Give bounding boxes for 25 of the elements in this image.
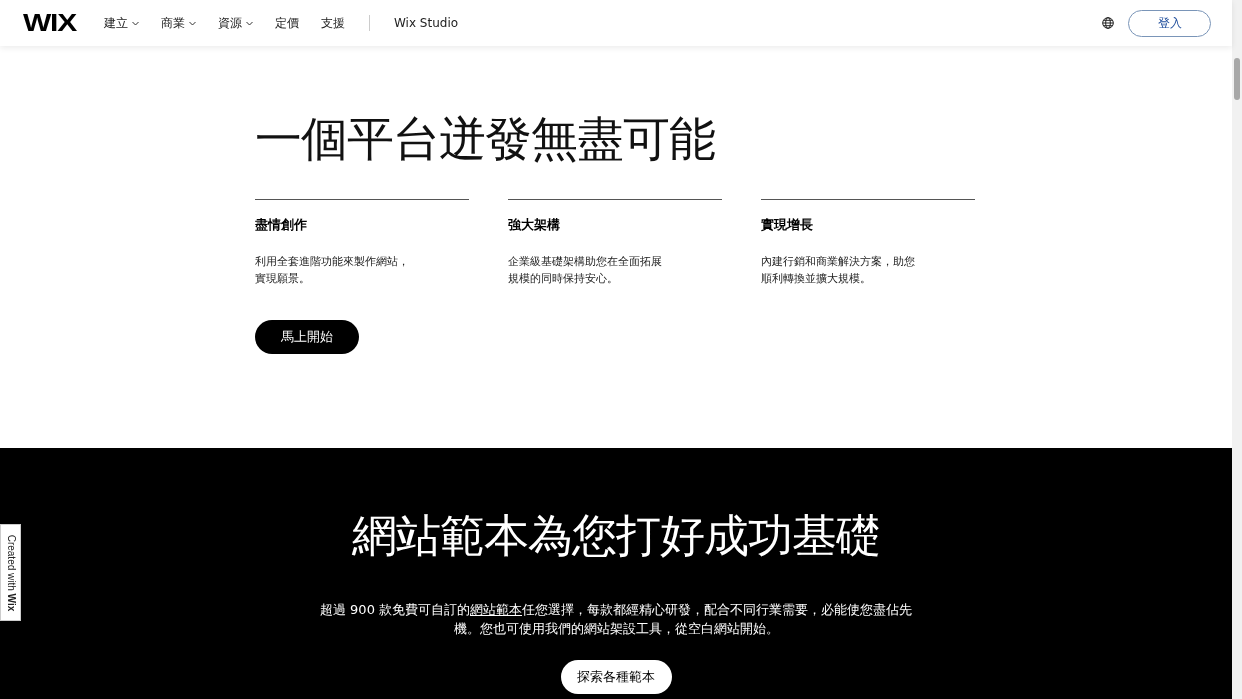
explore-templates-button[interactable]: 探索各種範本: [560, 660, 672, 694]
chevron-down-icon: [246, 20, 253, 26]
scrollbar[interactable]: [1232, 0, 1242, 699]
feature-title: 強大架構: [508, 216, 561, 234]
chevron-down-icon: [189, 20, 196, 26]
globe-icon[interactable]: [1102, 17, 1114, 29]
feature-description: 企業級基礎架構助您在全面拓展規模的同時保持安心。: [508, 254, 663, 287]
chevron-down-icon: [132, 20, 139, 26]
logo[interactable]: WIX: [23, 9, 81, 37]
login-button[interactable]: 登入: [1128, 9, 1211, 37]
nav-menu-item[interactable]: 建立: [104, 14, 139, 32]
hero-heading: 一個平台迸發無盡可能: [255, 110, 716, 168]
section-heading: 網站範本為您打好成功基礎: [352, 508, 880, 564]
get-started-button[interactable]: 馬上開始: [255, 320, 359, 354]
nav-menu-item[interactable]: 定價: [275, 14, 299, 32]
feature-description: 內建行銷和商業解決方案，助您順利轉換並擴大規模。: [761, 254, 916, 287]
nav-link[interactable]: Wix Studio: [394, 16, 459, 30]
section-description: 超過 900 款免費可自訂的網站範本任您選擇，每款都經精心研發，配合不同行業需要，必能使您盡佔先機。您也可使用我們的網站架設工具，從空白網站開始。: [318, 601, 914, 638]
nav-menu-item[interactable]: 支援: [321, 14, 345, 32]
feature-title: 實現增長: [761, 216, 814, 234]
nav-menu-item[interactable]: 商業: [161, 14, 196, 32]
nav-menu-item[interactable]: 資源: [218, 14, 253, 32]
feature-description: 利用全套進階功能來製作網站，實現願景。: [255, 254, 410, 287]
feature-title: 盡情創作: [255, 216, 308, 234]
templates-link[interactable]: 網站範本: [470, 602, 523, 617]
